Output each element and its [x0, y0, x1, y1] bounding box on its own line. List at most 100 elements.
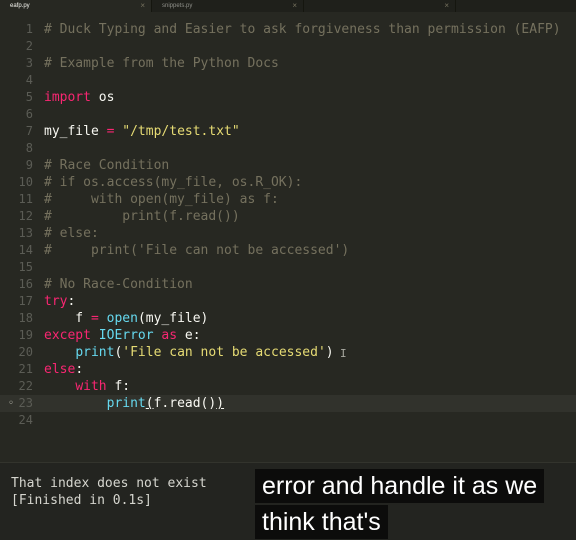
- code-token: # Example from the Python Docs: [44, 56, 279, 71]
- close-icon[interactable]: ×: [140, 0, 145, 12]
- code-line[interactable]: 1 # Duck Typing and Easier to ask forgive…: [0, 21, 576, 38]
- line-number: 5: [25, 90, 33, 104]
- code-token: import: [44, 90, 91, 105]
- code-line[interactable]: 15: [0, 259, 576, 276]
- code-line[interactable]: 12 # print(f.read()): [0, 208, 576, 225]
- line-number: 2: [25, 39, 33, 53]
- line-number: 17: [18, 294, 33, 308]
- code-token: f: [44, 311, 91, 326]
- line-number: 22: [18, 379, 33, 393]
- code-line[interactable]: 11 # with open(my_file) as f:: [0, 191, 576, 208]
- code-token: try: [44, 294, 68, 309]
- code-token: 'File can not be accessed': [122, 345, 326, 360]
- code-line[interactable]: 18 f = open(my_file): [0, 310, 576, 327]
- code-text: # Duck Typing and Easier to ask forgiven…: [44, 21, 561, 38]
- close-icon[interactable]: ×: [444, 0, 449, 12]
- line-number: 6: [25, 107, 33, 121]
- code-token: # Race Condition: [44, 158, 170, 173]
- code-token: os: [90, 90, 115, 105]
- code-line[interactable]: 8: [0, 140, 576, 157]
- code-line[interactable]: 19 except IOError as e:: [0, 327, 576, 344]
- code-line[interactable]: 22 with f:: [0, 378, 576, 395]
- line-number: 15: [18, 260, 33, 274]
- code-line[interactable]: ◦ 23 print(f.read()): [0, 395, 576, 412]
- code-line[interactable]: 7 my_file = "/tmp/test.txt": [0, 123, 576, 140]
- code-line[interactable]: 24: [0, 412, 576, 429]
- code-token: # No Race-Condition: [44, 277, 193, 292]
- code-text: print('File can not be accessed'): [44, 344, 333, 361]
- code-line[interactable]: 21 else:: [0, 361, 576, 378]
- line-number: 9: [25, 158, 33, 172]
- code-token: f:: [106, 379, 131, 394]
- code-editor[interactable]: 1 # Duck Typing and Easier to ask forgive…: [0, 21, 576, 441]
- code-text: print(f.read()): [44, 395, 224, 412]
- code-token: # print('File can not be accessed'): [44, 243, 350, 258]
- code-line[interactable]: 4: [0, 72, 576, 89]
- code-text: # print('File can not be accessed'): [44, 242, 349, 259]
- tab-untitled[interactable]: ×: [304, 0, 456, 12]
- code-line[interactable]: 2: [0, 38, 576, 55]
- tab-bar: eafp.py × snippets.py × ×: [0, 0, 576, 12]
- code-text: f = open(my_file): [44, 310, 208, 327]
- code-text: else:: [44, 361, 83, 378]
- code-token: with: [75, 379, 107, 394]
- video-caption-line: error and handle it as we: [255, 469, 545, 503]
- tab-snippets-py[interactable]: snippets.py ×: [152, 0, 304, 12]
- line-number: 14: [18, 243, 33, 257]
- code-line[interactable]: 13 # else:: [0, 225, 576, 242]
- code-line[interactable]: 16 # No Race-Condition: [0, 276, 576, 293]
- code-token: =: [90, 311, 99, 326]
- video-caption-line: think that's: [255, 505, 388, 539]
- line-number: 7: [25, 124, 33, 138]
- line-number: 23: [18, 396, 33, 410]
- code-token: else: [44, 362, 76, 377]
- line-number: 19: [18, 328, 33, 342]
- output-line: [Finished in 0.1s]: [11, 493, 152, 508]
- code-text: except IOError as e:: [44, 327, 201, 344]
- code-token: print: [75, 345, 115, 360]
- code-text: # else:: [44, 225, 99, 242]
- code-token: # if os.access(my_file, os.R_OK):: [44, 175, 303, 190]
- code-text: # if os.access(my_file, os.R_OK):: [44, 174, 302, 191]
- line-number: 10: [18, 175, 33, 189]
- code-text: # Race Condition: [44, 157, 169, 174]
- code-line[interactable]: 6: [0, 106, 576, 123]
- code-token: except: [44, 328, 91, 343]
- code-text: # print(f.read()): [44, 208, 240, 225]
- code-line[interactable]: 3 # Example from the Python Docs: [0, 55, 576, 72]
- code-token: e:: [177, 328, 201, 343]
- code-token: # else:: [44, 226, 99, 241]
- code-token: :: [75, 362, 84, 377]
- code-text: import os: [44, 89, 114, 106]
- code-line[interactable]: 5 import os: [0, 89, 576, 106]
- close-icon[interactable]: ×: [292, 0, 297, 12]
- code-token: (my_file): [137, 311, 209, 326]
- code-token: # Duck Typing and Easier to ask forgiven…: [44, 22, 561, 37]
- line-number: 1: [25, 22, 33, 36]
- line-number: 16: [18, 277, 33, 291]
- tab-eafp-py[interactable]: eafp.py ×: [0, 0, 152, 12]
- line-number: 24: [18, 413, 33, 427]
- code-line[interactable]: 10 # if os.access(my_file, os.R_OK):: [0, 174, 576, 191]
- code-line[interactable]: 17 try:: [0, 293, 576, 310]
- code-text: # Example from the Python Docs: [44, 55, 279, 72]
- line-number: 18: [18, 311, 33, 325]
- line-number: 8: [25, 141, 33, 155]
- code-token: print: [106, 396, 146, 411]
- code-token: as: [161, 328, 178, 343]
- code-line[interactable]: 14 # print('File can not be accessed'): [0, 242, 576, 259]
- text-cursor-icon: I: [340, 347, 347, 360]
- code-token: # print(f.read()): [44, 209, 240, 224]
- code-line[interactable]: 9 # Race Condition: [0, 157, 576, 174]
- code-line[interactable]: 20 print('File can not be accessed') I: [0, 344, 576, 361]
- line-number: 4: [25, 73, 33, 87]
- code-text: # with open(my_file) as f:: [44, 191, 279, 208]
- code-token: IOError: [98, 328, 154, 343]
- code-token: # with open(my_file) as f:: [44, 192, 279, 207]
- code-token: my_file: [44, 124, 107, 139]
